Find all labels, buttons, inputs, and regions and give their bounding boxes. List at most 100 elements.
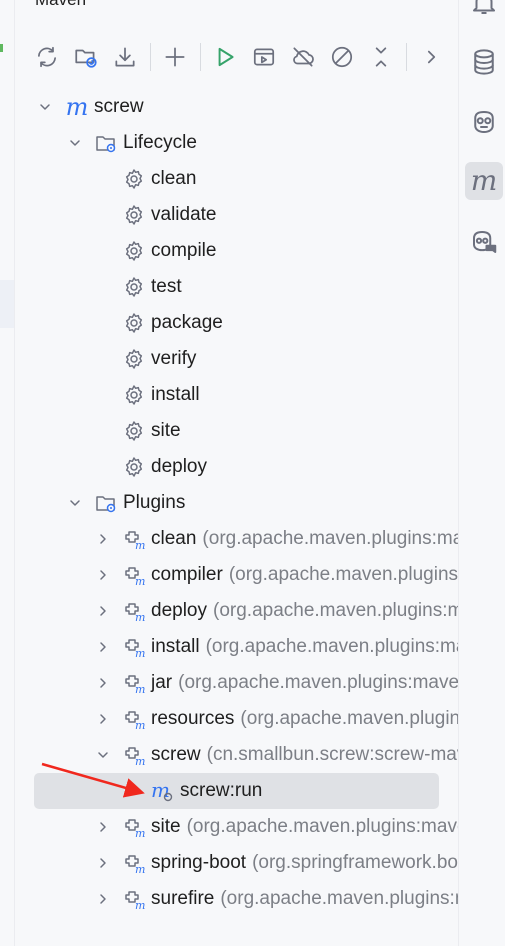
node-name: site [151, 420, 181, 441]
node-name: compiler [151, 564, 223, 585]
lifecycle-phase-item[interactable]: deploy [15, 449, 459, 485]
collapse-chevron-icon[interactable] [94, 890, 112, 908]
lifecycle-phase-item[interactable]: clean [15, 161, 459, 197]
lifecycle-phase-item[interactable]: site [15, 413, 459, 449]
plugin-item-spring-boot[interactable]: m spring-boot(org.springframework.boot:sp… [15, 845, 459, 881]
svg-text:m: m [151, 779, 170, 802]
gear-icon [122, 455, 146, 479]
tree-node-label: test [151, 276, 182, 298]
toolbar-separator [200, 43, 201, 71]
reload-button[interactable] [29, 39, 65, 75]
tree-node-label: screw(cn.smallbun.screw:screw-maven-plug… [151, 744, 459, 766]
tree-node-label: verify [151, 348, 196, 370]
tree-node-plugins[interactable]: Plugins [15, 485, 459, 521]
add-icon [165, 47, 185, 67]
tree-node-label: validate [151, 204, 217, 226]
lifecycle-phase-item[interactable]: validate [15, 197, 459, 233]
collapse-chevron-icon[interactable] [94, 674, 112, 692]
node-name: package [151, 312, 223, 333]
skip-tests-button[interactable] [324, 39, 360, 75]
gear-icon [122, 239, 146, 263]
download-icon [115, 47, 135, 67]
lifecycle-phase-item[interactable]: verify [15, 341, 459, 377]
svg-text:m: m [135, 647, 145, 659]
run-button[interactable] [207, 39, 243, 75]
plugin-item-install[interactable]: m install(org.apache.maven.plugins:maven-… [15, 629, 459, 665]
ai-assistant-icon [474, 111, 494, 133]
reload-icon [38, 46, 56, 68]
database-button[interactable] [465, 43, 503, 81]
lifecycle-phase-item[interactable]: package [15, 305, 459, 341]
node-name: spring-boot [151, 852, 247, 873]
plugin-item-screw[interactable]: m screw(cn.smallbun.screw:screw-maven-plu… [15, 737, 459, 773]
lifecycle-phase-item[interactable]: test [15, 269, 459, 305]
collapse-chevron-icon[interactable] [94, 602, 112, 620]
plugin-item-surefire[interactable]: m surefire(org.apache.maven.plugins:maven… [15, 881, 459, 917]
toolbar-separator [406, 43, 407, 71]
add-button[interactable] [157, 39, 193, 75]
expand-chevron-icon[interactable] [36, 98, 54, 116]
tree-node-project[interactable]: m screw [15, 89, 459, 125]
tree-node-label: spring-boot(org.springframework.boot:spr… [151, 852, 459, 874]
ai-assistant-button[interactable] [465, 103, 503, 141]
more-chevron-icon [427, 50, 436, 64]
collapse-chevron-icon[interactable] [94, 854, 112, 872]
maven-toolbar [29, 38, 452, 76]
expand-chevron-icon[interactable] [66, 494, 84, 512]
plugin-item-resources[interactable]: m resources(org.apache.maven.plugins:mave… [15, 701, 459, 737]
more-actions-button[interactable] [413, 39, 449, 75]
lifecycle-phase-item[interactable]: compile [15, 233, 459, 269]
plugin-coordinates: (cn.smallbun.screw:screw-maven-plugin:1.… [206, 744, 459, 765]
maven-tool-button[interactable]: m [465, 162, 503, 200]
node-name: clean [151, 168, 197, 189]
collapse-chevron-icon[interactable] [94, 710, 112, 728]
svg-text:m: m [135, 575, 145, 587]
panel-title: Maven [35, 0, 86, 10]
collapse-chevron-icon[interactable] [94, 566, 112, 584]
plugin-icon: m [122, 671, 146, 695]
tree-node-label: surefire(org.apache.maven.plugins:maven-… [151, 888, 459, 910]
notifications-button[interactable] [465, 0, 503, 22]
plugin-item-compiler[interactable]: m compiler(org.apache.maven.plugins:maven… [15, 557, 459, 593]
node-name: screw:run [180, 780, 263, 801]
plugin-item-jar[interactable]: mjar(org.apache.maven.plugins:maven-jar-… [15, 665, 459, 701]
execute-goal-button[interactable] [246, 39, 282, 75]
expand-chevron-icon[interactable] [94, 746, 112, 764]
svg-text:m: m [135, 899, 145, 911]
maven-tool-window: Maven [14, 0, 459, 946]
maven-goal-icon: m [150, 779, 174, 803]
right-tool-window-bar: m [458, 0, 505, 946]
editor-gutter-strip [0, 0, 14, 946]
collapse-chevron-icon[interactable] [94, 638, 112, 656]
plugin-icon: m [122, 707, 146, 731]
svg-text:m: m [135, 755, 145, 767]
generate-sources-button[interactable] [68, 39, 104, 75]
expand-chevron-icon[interactable] [66, 134, 84, 152]
maven-project-icon: m [65, 93, 89, 121]
collapse-chevron-icon[interactable] [94, 818, 112, 836]
run-icon [218, 47, 234, 67]
lifecycle-phase-item[interactable]: install [15, 377, 459, 413]
plugin-goal-item[interactable]: m screw:run [34, 773, 439, 809]
gutter-selection [0, 280, 14, 328]
gear-icon [122, 203, 146, 227]
plugin-item-site[interactable]: msite(org.apache.maven.plugins:maven-sit… [15, 809, 459, 845]
tree-node-label: site(org.apache.maven.plugins:maven-site… [151, 816, 459, 838]
plugin-icon: m [122, 599, 146, 623]
collapse-chevron-icon[interactable] [94, 530, 112, 548]
collapse-all-button[interactable] [363, 39, 399, 75]
offline-mode-button[interactable] [285, 39, 321, 75]
tree-node-lifecycle[interactable]: Lifecycle [15, 125, 459, 161]
svg-text:m: m [135, 539, 145, 551]
plugin-item-deploy[interactable]: mdeploy (org.apache.maven.plugins:maven-d… [15, 593, 459, 629]
plugin-coordinates: (org.apache.maven.plugins:maven-deploy-p… [213, 600, 459, 621]
plugin-item-clean[interactable]: mclean(org.apache.maven.plugins:maven-cl… [15, 521, 459, 557]
node-name: Plugins [123, 492, 186, 513]
gear-icon [122, 383, 146, 407]
node-name: install [151, 384, 200, 405]
node-name: jar [151, 672, 173, 693]
plugin-coordinates: (org.apache.maven.plugins:maven-site-plu… [186, 816, 459, 837]
plugin-icon: m [122, 815, 146, 839]
download-button[interactable] [107, 39, 143, 75]
copilot-chat-button[interactable] [465, 223, 503, 261]
